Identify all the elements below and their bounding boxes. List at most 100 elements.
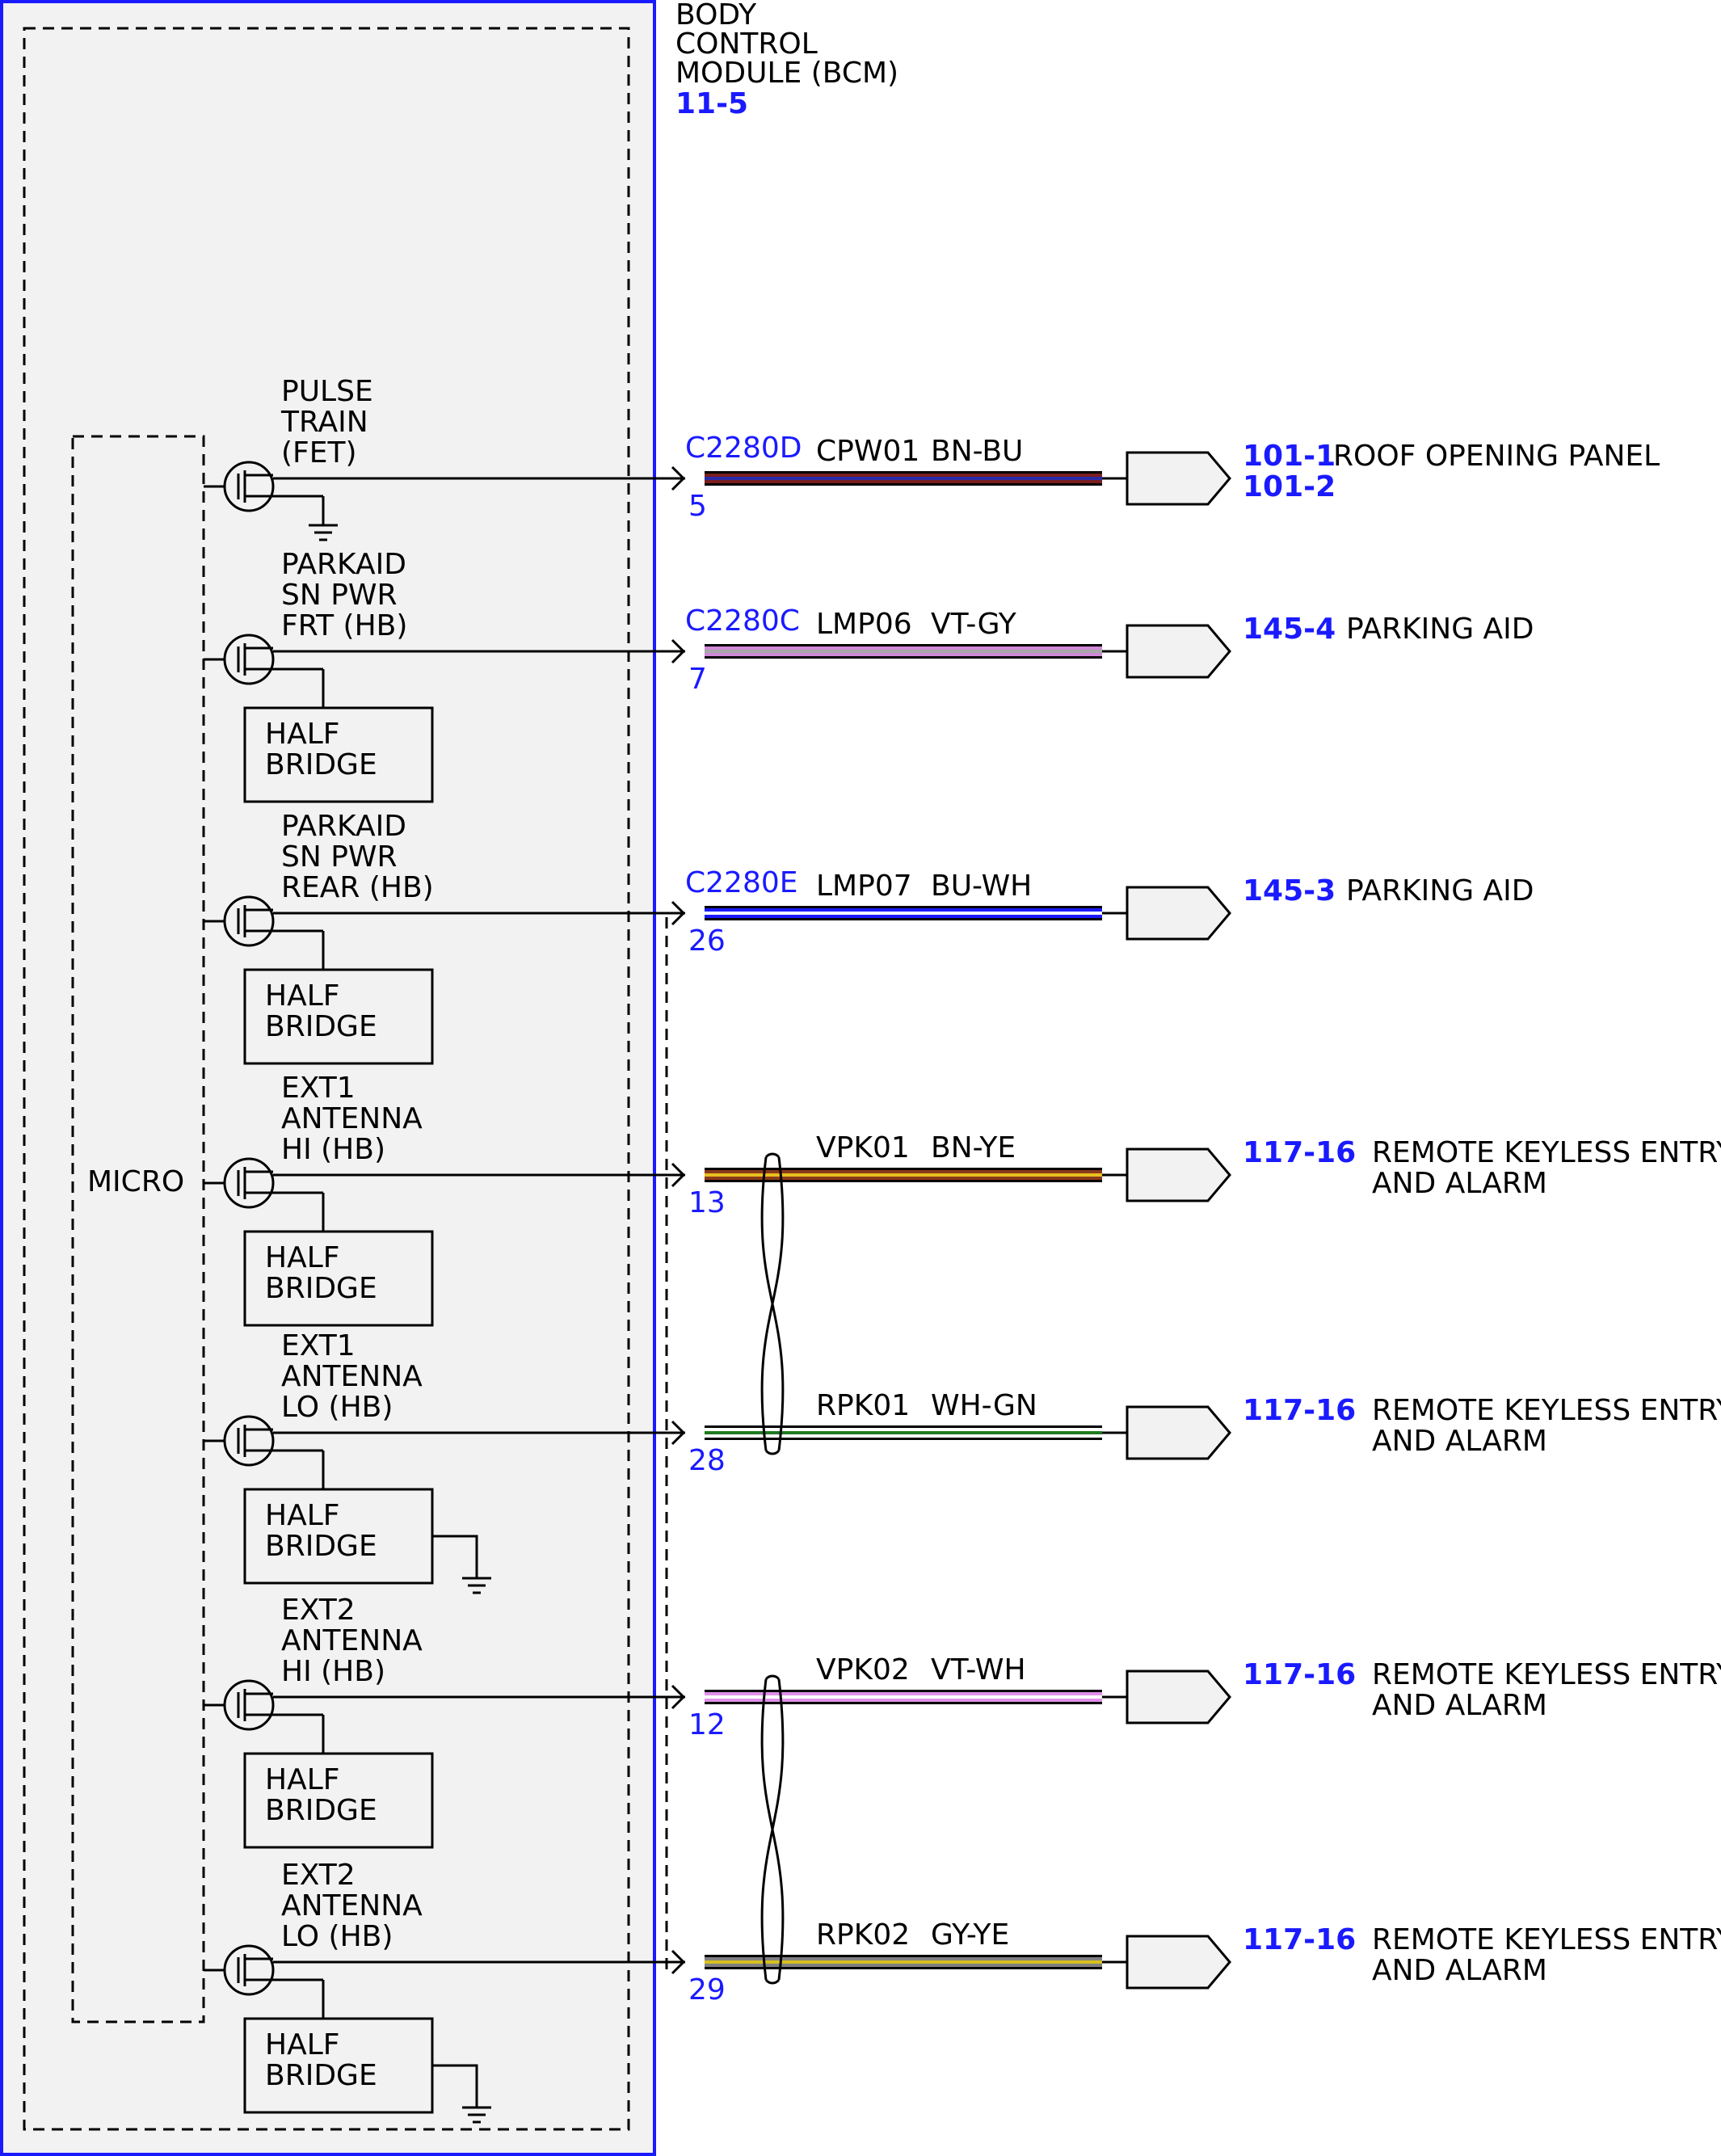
transistor-symbol xyxy=(223,1944,275,1996)
destination-label: REMOTE KEYLESS ENTRY xyxy=(1372,1923,1721,1956)
wire-color-code: GY-YE xyxy=(931,1918,1009,1952)
wire-stripe-color xyxy=(705,650,1102,653)
half-bridge-label: BRIDGE xyxy=(265,1794,377,1827)
connector-id: C2280D xyxy=(685,432,802,465)
destination-label: AND ALARM xyxy=(1372,1954,1547,1987)
bcm-name-line-2: CONTROL xyxy=(675,27,818,61)
circuit-function-label: EXT1 xyxy=(281,1329,356,1362)
circuit-function-label: PARKAID xyxy=(281,810,406,843)
circuit-function-label: LO (HB) xyxy=(281,1920,393,1953)
destination-ref: 117-16 xyxy=(1243,1923,1356,1956)
circuit-function-label: SN PWR xyxy=(281,579,398,612)
destination-ref: 101-1 xyxy=(1243,440,1336,473)
micro-label: MICRO xyxy=(87,1165,184,1198)
pin-number: 12 xyxy=(688,1708,726,1741)
half-bridge-label: HALF xyxy=(265,718,339,751)
destination-ref: 117-16 xyxy=(1243,1394,1356,1427)
circuit-function-label: TRAIN xyxy=(280,406,368,439)
wiring-diagram: MICRO BODY CONTROL MODULE (BCM) 11-5 PUL… xyxy=(0,0,1721,2156)
destination-label: REMOTE KEYLESS ENTRY xyxy=(1372,1658,1721,1691)
wire-color-code: VT-WH xyxy=(931,1653,1026,1686)
destination-connector xyxy=(1126,1935,1231,1990)
transistor-symbol xyxy=(223,634,275,685)
transistor-symbol xyxy=(223,1415,275,1467)
circuit-id: VPK02 xyxy=(816,1653,910,1686)
destination-label: AND ALARM xyxy=(1372,1689,1547,1722)
bcm-title: BODY CONTROL MODULE (BCM) 11-5 xyxy=(675,0,898,120)
wire-stripe-color xyxy=(705,912,1102,915)
circuit-function-label: REAR (HB) xyxy=(281,871,434,904)
pin-number: 29 xyxy=(688,1973,726,2007)
circuit-function-label: LO (HB) xyxy=(281,1391,393,1424)
circuit-function-label: EXT2 xyxy=(281,1594,356,1627)
twisted-pair-symbol xyxy=(760,1156,785,1451)
destination-ref: 145-4 xyxy=(1243,613,1336,646)
destination-connector xyxy=(1126,624,1231,679)
destination-ref: 117-16 xyxy=(1243,1658,1356,1691)
destination-ref: 145-3 xyxy=(1243,874,1336,907)
destination-label: REMOTE KEYLESS ENTRY xyxy=(1372,1136,1721,1169)
twisted-pair-cap xyxy=(764,1978,781,1985)
half-bridge-label: HALF xyxy=(265,2028,339,2061)
circuit-function-label: PARKAID xyxy=(281,548,406,581)
bcm-name-line-3: MODULE (BCM) xyxy=(675,57,898,90)
destination-ref: 117-16 xyxy=(1243,1136,1356,1169)
wire-color-code: BU-WH xyxy=(931,870,1032,903)
pin-number: 5 xyxy=(688,490,707,523)
pin-number: 7 xyxy=(688,663,707,696)
wire-stripe-color xyxy=(705,477,1102,480)
half-bridge-label: BRIDGE xyxy=(265,2059,377,2092)
circuit-function-label: (FET) xyxy=(281,436,357,470)
wire-color-code: WH-GN xyxy=(931,1389,1037,1422)
destination-connector xyxy=(1126,1405,1231,1460)
pin-number: 26 xyxy=(688,924,726,958)
bcm-ref: 11-5 xyxy=(675,87,748,120)
destination-ref: 101-2 xyxy=(1243,470,1336,503)
twisted-pair-symbol xyxy=(760,1678,785,1981)
circuit-function-label: SN PWR xyxy=(281,840,398,874)
destination-connector xyxy=(1126,451,1231,506)
destination-label: PARKING AID xyxy=(1346,874,1534,907)
circuit-id: CPW01 xyxy=(816,435,919,468)
circuit-function-label: EXT2 xyxy=(281,1859,356,1892)
transistor-symbol xyxy=(223,1157,275,1209)
circuit-id: RPK01 xyxy=(816,1389,910,1422)
circuit-function-label: PULSE xyxy=(281,375,373,408)
circuit-function-label: ANTENNA xyxy=(281,1889,423,1922)
destination-label: REMOTE KEYLESS ENTRY xyxy=(1372,1394,1721,1427)
circuit-function-label: ANTENNA xyxy=(281,1624,423,1657)
half-bridge-label: BRIDGE xyxy=(265,1530,377,1563)
circuit-function-label: EXT1 xyxy=(281,1072,356,1105)
half-bridge-label: HALF xyxy=(265,1241,339,1274)
circuit-function-label: HI (HB) xyxy=(281,1655,385,1688)
destination-label: PARKING AID xyxy=(1346,613,1534,646)
wire-color-code: BN-YE xyxy=(931,1131,1016,1164)
half-bridge-label: BRIDGE xyxy=(265,1272,377,1305)
twisted-pairs xyxy=(760,1152,785,1985)
pin-number: 28 xyxy=(688,1444,726,1477)
destination-connector xyxy=(1126,886,1231,941)
destination-label: ROOF OPENING PANEL xyxy=(1333,440,1660,473)
connector-id: C2280E xyxy=(685,866,798,899)
transistor-symbol xyxy=(223,461,275,512)
twisted-pair-cap xyxy=(764,1674,781,1681)
wire-color-code: VT-GY xyxy=(931,608,1017,641)
circuit-id: VPK01 xyxy=(816,1131,910,1164)
circuit-function-label: ANTENNA xyxy=(281,1102,423,1135)
destination-connector xyxy=(1126,1670,1231,1724)
circuit-id: LMP06 xyxy=(816,608,912,641)
half-bridge-label: HALF xyxy=(265,1763,339,1796)
circuit-id: RPK02 xyxy=(816,1918,910,1952)
circuit-function-label: ANTENNA xyxy=(281,1360,423,1393)
circuit-function-label: HI (HB) xyxy=(281,1133,385,1166)
connector-id: C2280C xyxy=(685,604,800,638)
circuit-id: LMP07 xyxy=(816,870,912,903)
wire-color-code: BN-BU xyxy=(931,435,1023,468)
transistor-symbol xyxy=(223,1679,275,1731)
destination-connector xyxy=(1126,1147,1231,1202)
half-bridge-label: HALF xyxy=(265,979,339,1013)
half-bridge-label: BRIDGE xyxy=(265,748,377,781)
twisted-pair-cap xyxy=(764,1152,781,1159)
half-bridge-label: HALF xyxy=(265,1499,339,1532)
half-bridge-label: BRIDGE xyxy=(265,1010,377,1043)
